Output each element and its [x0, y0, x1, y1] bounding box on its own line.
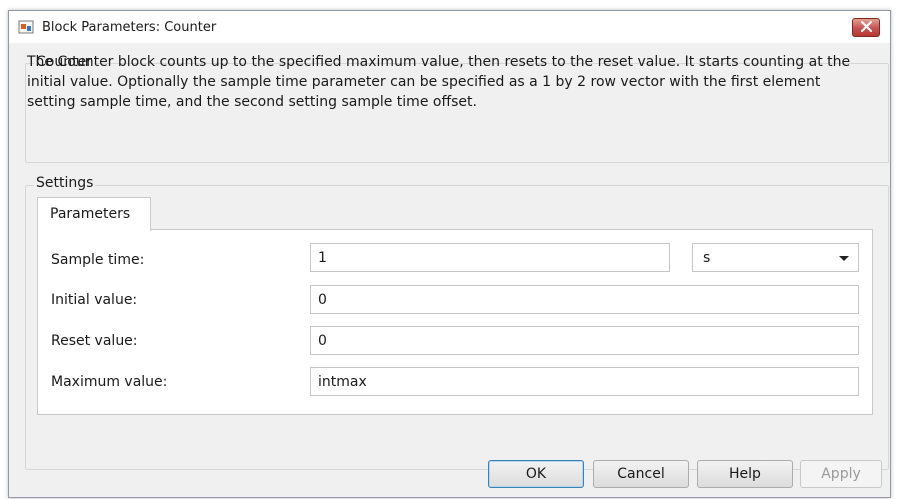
apply-button[interactable]: Apply [800, 460, 882, 488]
window-title: Block Parameters: Counter [42, 20, 217, 35]
sample-time-label: Sample time: [51, 252, 145, 268]
close-icon [860, 20, 872, 36]
tab-parameters[interactable]: Parameters [37, 197, 151, 231]
maximum-value-label: Maximum value: [51, 374, 168, 390]
maximum-value-input[interactable]: intmax [310, 367, 859, 396]
chevron-down-icon [839, 256, 849, 261]
settings-group-label: Settings [34, 175, 96, 191]
reset-value-label: Reset value: [51, 333, 138, 349]
sample-time-input[interactable]: 1 [310, 243, 670, 272]
block-description: The Counter block counts up to the speci… [27, 54, 851, 110]
ok-button[interactable]: OK [488, 460, 584, 488]
initial-value-input[interactable]: 0 [310, 285, 859, 314]
title-bar: Block Parameters: Counter [9, 11, 890, 43]
simulink-block-icon [18, 19, 34, 35]
sample-time-unit-select[interactable]: s [692, 243, 859, 272]
help-button[interactable]: Help [697, 460, 793, 488]
close-button[interactable] [852, 18, 880, 37]
reset-value-input[interactable]: 0 [310, 326, 859, 355]
cancel-button[interactable]: Cancel [593, 460, 689, 488]
initial-value-label: Initial value: [51, 292, 138, 308]
sample-time-unit-value: s [703, 249, 711, 266]
